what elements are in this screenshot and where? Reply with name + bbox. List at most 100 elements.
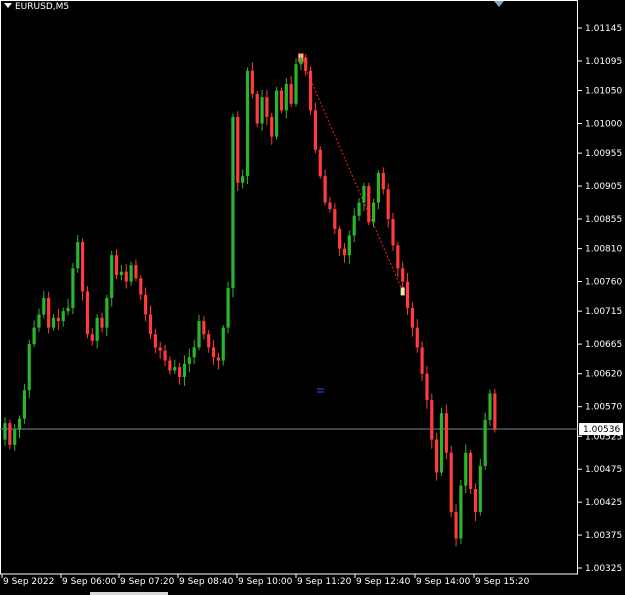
price-tick-label: 1.01000 [585, 119, 622, 129]
candle-body [352, 215, 356, 236]
price-tick-label: 1.00425 [585, 498, 622, 508]
candle-body [405, 281, 410, 308]
candle-body [134, 265, 138, 279]
candle-body [464, 452, 468, 486]
candle-body [32, 327, 36, 345]
candle-body [13, 429, 17, 445]
chart-menu-icon [4, 3, 12, 8]
candle-body [3, 423, 7, 440]
candle-body [207, 334, 211, 348]
candle-body [473, 488, 478, 513]
candle-body [478, 465, 482, 513]
candle-body [81, 242, 85, 292]
candle-body [323, 176, 327, 203]
price-axis[interactable]: 1.01145 1.01095 1.01050 1.01000 1.00955 1.009… [578, 24, 622, 574]
candle-body [284, 83, 288, 111]
objects [317, 388, 324, 393]
candle-body [279, 90, 284, 111]
candle-body [299, 57, 303, 65]
chart-shift-marker-icon[interactable] [494, 1, 504, 7]
candle-body [197, 321, 201, 348]
candle-body [401, 268, 405, 282]
price-tick-label: 1.00525 [585, 432, 622, 442]
candle-body [459, 485, 463, 539]
candle-body [304, 57, 308, 71]
candle-body [192, 347, 196, 358]
candle-body [328, 202, 332, 210]
candle-body [367, 186, 371, 223]
candle-body [110, 255, 114, 298]
candle-body [318, 149, 322, 177]
price-tick-label: 1.01145 [585, 24, 622, 34]
candle-body [275, 90, 279, 137]
price-chart[interactable]: 1.00536 1.01145 1.01095 1.01050 1.01000 1.00… [0, 0, 625, 595]
candle-body [362, 186, 366, 203]
candle-body [386, 189, 390, 219]
time-tick-label: 9 Sep 10:00 [238, 577, 293, 587]
candle-body [449, 452, 453, 513]
symbol-title[interactable]: EURUSD,M5 [4, 2, 69, 12]
candle-body [250, 70, 254, 94]
candle-body [347, 235, 351, 256]
candle-body [129, 265, 133, 282]
candle-body [265, 97, 269, 117]
candle-body [381, 172, 385, 190]
candle-body [439, 413, 444, 473]
time-tick-label: 9 Sep 14:00 [416, 577, 471, 587]
candle-body [202, 321, 206, 335]
price-tick-label: 1.00715 [585, 307, 622, 317]
candle-body [168, 360, 172, 371]
candle-body [182, 363, 187, 378]
trendline-anchor-end[interactable] [400, 287, 405, 296]
chart-tabs-bar [0, 589, 625, 595]
candle-body [469, 452, 473, 489]
candle-body [148, 314, 153, 335]
candle-body [289, 83, 293, 104]
candle-body [17, 418, 22, 430]
candle-body [144, 294, 148, 315]
candle-body [22, 390, 26, 419]
price-tick-label: 1.00620 [585, 370, 622, 380]
candle-body [119, 271, 123, 275]
candle-body [95, 317, 99, 341]
candle-body [236, 116, 240, 183]
candle-body [27, 344, 31, 391]
candle-body [221, 327, 225, 361]
candle-body [61, 311, 65, 322]
time-tick-label: 9 Sep 2022 [3, 577, 54, 587]
price-tick-label: 1.00760 [585, 278, 622, 288]
candle-body [231, 116, 235, 289]
candle-body [211, 347, 216, 358]
candle-body [216, 357, 220, 361]
price-tick-label: 1.00375 [585, 531, 622, 541]
price-tick-label: 1.00810 [585, 245, 622, 255]
candle-body [90, 334, 94, 341]
candle-body [241, 176, 245, 183]
candle-body [488, 393, 492, 420]
candle-body [493, 393, 497, 430]
candle-body [8, 423, 12, 445]
candle-body [333, 209, 337, 229]
candle-body [245, 70, 250, 177]
candle-body [308, 70, 313, 111]
candle-body [357, 202, 361, 216]
candle-body [430, 400, 434, 440]
candle-body [51, 317, 56, 328]
candle-body [139, 278, 143, 295]
candle-body [114, 255, 119, 275]
time-axis[interactable]: 9 Sep 2022 9 Sep 06:00 9 Sep 07:20 9 Sep 08… [1, 574, 530, 587]
time-tick-label: 9 Sep 08:40 [179, 577, 234, 587]
candle-body [71, 268, 75, 308]
candle-body [420, 347, 424, 374]
price-tick-label: 1.00665 [585, 340, 622, 350]
time-tick-label: 9 Sep 06:00 [62, 577, 117, 587]
candle-body [444, 413, 448, 453]
candle-body [37, 314, 41, 328]
candle-body [260, 97, 264, 124]
trendline-segment[interactable] [300, 57, 404, 292]
candle-body [153, 334, 157, 348]
price-tick-label: 1.01050 [585, 87, 622, 97]
trendline[interactable] [297, 53, 405, 296]
chart-window[interactable]: 1.00536 1.01145 1.01095 1.01050 1.01000 1.00… [0, 0, 625, 595]
candle-body [163, 350, 167, 361]
